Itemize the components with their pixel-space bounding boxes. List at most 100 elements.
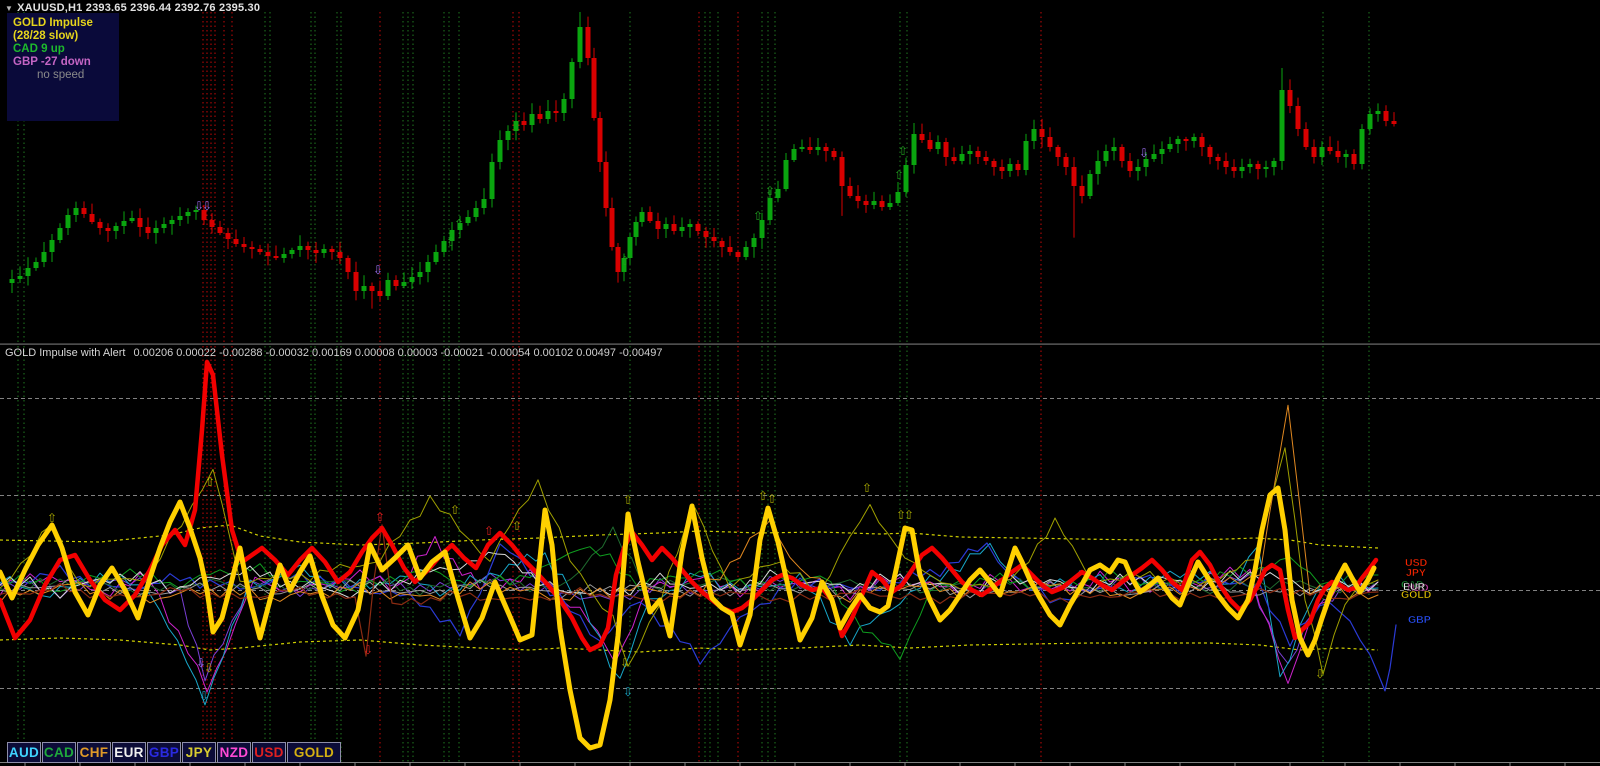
candle-up [281, 254, 287, 258]
info-line-speed: no speed [37, 69, 85, 81]
impulse-down-arrow-icon: ⇩ [1315, 667, 1325, 681]
candle-down [719, 241, 725, 247]
candle-down [671, 224, 677, 231]
buy-arrow-icon: ⇧ [753, 209, 763, 223]
candle-down [711, 237, 717, 241]
candle-down [145, 227, 151, 233]
impulse-down-arrow-icon: ⇩ [363, 643, 373, 657]
buy-arrow-icon: ⇧ [620, 254, 630, 268]
candle-up [177, 216, 183, 220]
candle-up [1143, 159, 1149, 167]
indicator-subwindow-header: GOLD Impulse with Alert 0.00206 0.00022 -… [5, 347, 663, 359]
candle-down [1071, 167, 1077, 186]
impulse-up-arrow-icon: ⇧ [904, 508, 914, 522]
symbol-ohlc-text: XAUUSD,H1 2393.65 2396.44 2392.76 2395.3… [17, 2, 261, 14]
candle-down [1351, 154, 1357, 164]
buy-arrow-icon: ⇧ [765, 184, 775, 198]
candle-down [257, 249, 263, 252]
candle-up [425, 262, 431, 272]
buy-arrow-icon: ⇧ [446, 235, 456, 249]
sell-arrow-icon: ⇩ [373, 263, 383, 277]
candle-down [345, 258, 351, 272]
candle-up [25, 268, 31, 276]
candle-up [481, 199, 487, 208]
candle-up [17, 276, 23, 279]
candle-down [1311, 147, 1317, 157]
indicator-info-panel: GOLD Impulse (28/28 slow) CAD 9 up GBP -… [7, 13, 119, 121]
candle-up [297, 246, 303, 250]
candle-up [9, 279, 15, 283]
currency-button-nzd[interactable]: NZD [217, 742, 251, 763]
candle-up [153, 228, 159, 233]
candle-up [791, 149, 797, 160]
candle-down [377, 291, 383, 296]
candle-up [1271, 161, 1277, 167]
chart-canvas[interactable]: ⇩⇩⇩⇧⇧⇧⇧⇧⇧⇧ ⇩⇧⇧⇧⇧ ⇧⇧ ⇧⇧⇧⇧⇧⇧⇩⇩⇩⇩⇩⇩⇩USDJPYCADN… [0, 0, 1600, 766]
candle-down [735, 252, 741, 257]
candle-up [1135, 167, 1141, 171]
price-pane-header: ▼ XAUUSD,H1 2393.65 2396.44 2392.76 2395.… [5, 2, 260, 14]
candle-down [847, 186, 853, 196]
candle-down [1255, 164, 1261, 169]
candle-down [823, 147, 829, 151]
impulse-up-arrow-icon: ⇧ [450, 503, 460, 517]
candle-up [121, 221, 127, 226]
candle-down [655, 221, 661, 229]
candle-down [695, 224, 701, 231]
currency-button-cad[interactable]: CAD [42, 742, 76, 763]
sell-arrow-icon: ⇩ [1139, 146, 1149, 160]
candle-down [591, 58, 597, 118]
candle-down [647, 212, 653, 221]
candle-up [73, 208, 79, 215]
candle-up [49, 240, 55, 252]
candle-up [1263, 167, 1269, 169]
currency-button-eur[interactable]: EUR [112, 742, 146, 763]
candle-down [217, 227, 223, 233]
candle-down [1231, 167, 1237, 171]
candle-up [871, 201, 877, 205]
buy-arrow-icon: ⇧ [454, 217, 464, 231]
impulse-up-arrow-icon: ⇧ [862, 481, 872, 495]
candle-down [273, 256, 279, 258]
price-pane: ⇩⇩⇩⇧⇧⇧⇧⇧⇧⇧ ⇩ [9, 12, 1397, 309]
indicator-line-usd_thick [0, 359, 1379, 653]
currency-button-gold[interactable]: GOLD [287, 742, 341, 763]
candle-up [767, 198, 773, 220]
candle-down [97, 222, 103, 228]
candle-up [799, 147, 805, 149]
indicator-pane: ⇧⇧⇧⇧ ⇧⇧ ⇧⇧⇧⇧⇧⇧⇩⇩⇩⇩⇩⇩⇩ [0, 359, 1600, 751]
candle-down [305, 246, 311, 250]
candle-down [807, 147, 813, 150]
currency-button-jpy[interactable]: JPY [182, 742, 216, 763]
chevron-down-icon[interactable]: ▼ [5, 4, 13, 13]
candle-down [603, 162, 609, 208]
currency-button-gbp[interactable]: GBP [147, 742, 181, 763]
candle-down [1335, 151, 1341, 157]
candle-down [209, 220, 215, 227]
line-label-jpy: JPY [1406, 567, 1426, 579]
candle-up [545, 111, 551, 119]
candle-up [497, 140, 503, 162]
currency-button-usd[interactable]: USD [252, 742, 286, 763]
impulse-down-arrow-icon: ⇩ [623, 685, 633, 699]
candle-down [1055, 147, 1061, 157]
currency-button-chf[interactable]: CHF [77, 742, 111, 763]
candle-up [185, 212, 191, 216]
candle-down [1223, 161, 1229, 167]
mt4-chart-window: ▼ XAUUSD,H1 2393.65 2396.44 2392.76 2395.… [0, 0, 1600, 766]
candle-down [537, 114, 543, 119]
info-line-cad: CAD 9 up [13, 43, 65, 55]
pane-separator[interactable] [0, 343, 1600, 345]
candle-up [911, 134, 917, 165]
impulse-up-arrow-icon: ⇧ [767, 492, 777, 506]
candle-up [743, 247, 749, 257]
candle-down [1303, 129, 1309, 147]
candle-up [1367, 114, 1373, 129]
candle-down [1079, 186, 1085, 196]
candle-down [1295, 106, 1301, 129]
candle-up [57, 228, 63, 240]
candle-up [751, 238, 757, 247]
candle-up [1151, 154, 1157, 159]
candle-up [935, 142, 941, 149]
currency-button-aud[interactable]: AUD [7, 742, 41, 763]
